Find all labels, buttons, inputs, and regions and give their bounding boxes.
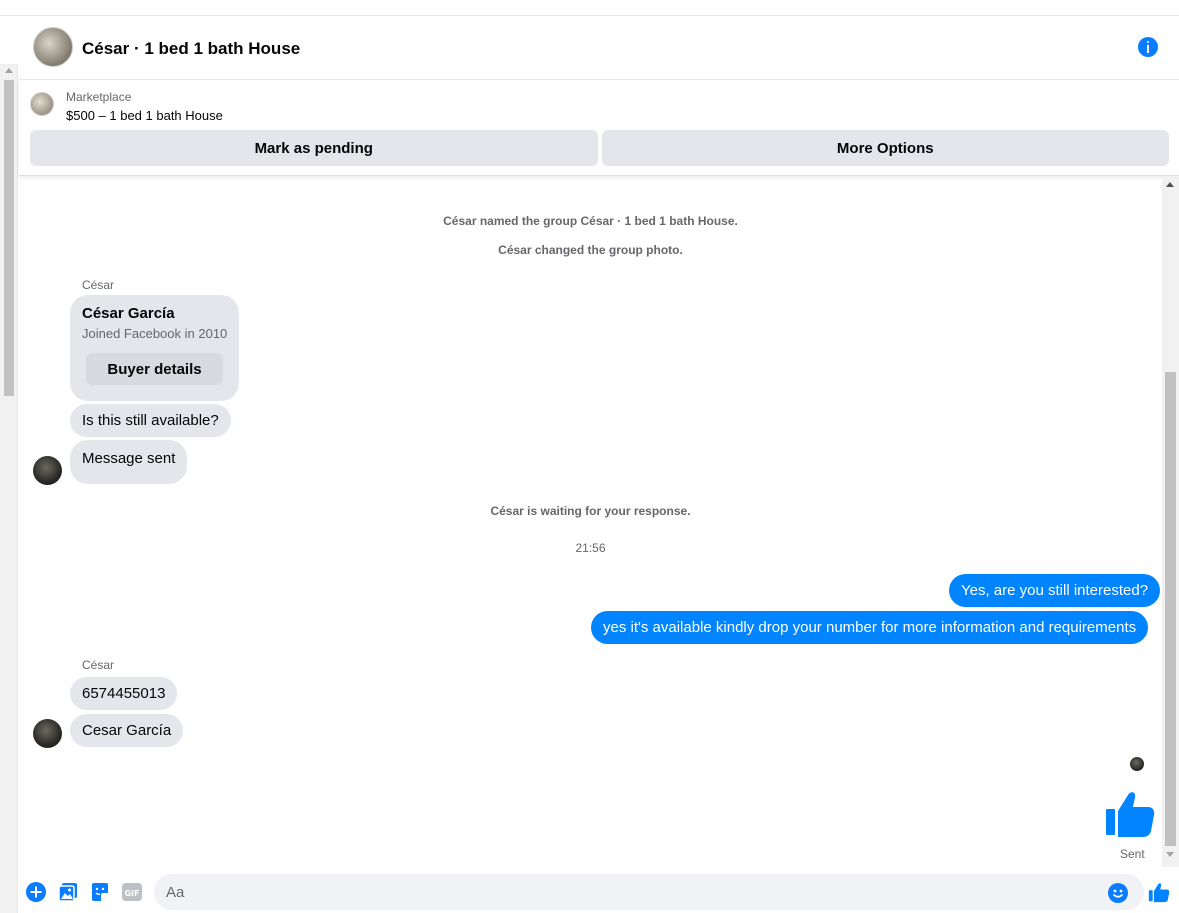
listing-price-title[interactable]: $500 – 1 bed 1 bath House — [66, 108, 223, 123]
sent-status: Sent — [1120, 847, 1145, 861]
read-receipt-avatar — [1130, 757, 1144, 771]
message-input[interactable]: Aa — [154, 874, 1144, 910]
sender-name: César — [82, 658, 115, 672]
thread-scrollbar[interactable] — [1162, 177, 1179, 867]
buyer-joined-text: Joined Facebook in 2010 — [82, 326, 228, 341]
svg-text:GIF: GIF — [124, 889, 139, 898]
sender-avatar[interactable] — [33, 456, 62, 485]
scroll-up-arrow-icon[interactable] — [1166, 182, 1174, 187]
plus-icon[interactable] — [26, 882, 46, 902]
gif-icon[interactable]: GIF — [122, 882, 142, 902]
incoming-message[interactable]: Is this still available? — [70, 404, 231, 437]
marketplace-listing-banner: Marketplace $500 – 1 bed 1 bath House Ma… — [19, 80, 1179, 176]
incoming-message[interactable]: 6574455013 — [70, 677, 178, 710]
more-options-button[interactable]: More Options — [601, 130, 1169, 166]
buyer-profile-card: César García Joined Facebook in 2010 Buy… — [70, 295, 239, 401]
left-scrollbar[interactable] — [0, 64, 18, 913]
scrollbar-thumb[interactable] — [4, 80, 14, 396]
scroll-up-arrow-icon[interactable] — [5, 68, 13, 73]
mark-as-pending-button[interactable]: Mark as pending — [30, 130, 598, 166]
message-composer: GIF Aa — [19, 867, 1179, 913]
sticker-icon[interactable] — [90, 882, 110, 902]
message-thread[interactable]: César named the group César · 1 bed 1 ba… — [19, 177, 1162, 867]
outgoing-message[interactable]: yes it's available kindly drop your numb… — [591, 611, 1149, 644]
photo-icon[interactable] — [58, 882, 78, 902]
send-like-icon[interactable] — [1148, 881, 1170, 903]
listing-actions: Mark as pending More Options — [30, 130, 1169, 166]
outgoing-message[interactable]: Yes, are you still interested? — [949, 574, 1161, 607]
emoji-icon[interactable] — [1108, 883, 1128, 903]
listing-source-label: Marketplace — [66, 90, 132, 104]
buyer-name: César García — [82, 305, 175, 322]
buyer-details-button[interactable]: Buyer details — [86, 353, 223, 385]
system-message: César named the group César · 1 bed 1 ba… — [443, 214, 738, 228]
incoming-message[interactable]: Message sent — [70, 440, 188, 484]
sender-name: César — [82, 278, 115, 292]
info-icon[interactable] — [1138, 37, 1158, 57]
scrollbar-thumb[interactable] — [1165, 372, 1176, 846]
system-message: César changed the group photo. — [498, 243, 683, 257]
window-top-bar — [0, 0, 1179, 16]
sender-avatar[interactable] — [33, 719, 62, 748]
group-avatar[interactable] — [33, 27, 73, 67]
system-message: César is waiting for your response. — [490, 504, 691, 518]
scroll-down-arrow-icon[interactable] — [1166, 852, 1174, 857]
chat-header: César · 1 bed 1 bath House — [19, 16, 1179, 80]
incoming-message[interactable]: Cesar García — [70, 714, 184, 747]
chat-window: César · 1 bed 1 bath House Marketplace $… — [19, 16, 1179, 913]
chat-title[interactable]: César · 1 bed 1 bath House — [82, 39, 300, 59]
listing-thumbnail[interactable] — [30, 92, 54, 116]
thumbs-up-icon[interactable] — [1104, 787, 1156, 839]
message-timestamp: 21:56 — [575, 541, 606, 555]
